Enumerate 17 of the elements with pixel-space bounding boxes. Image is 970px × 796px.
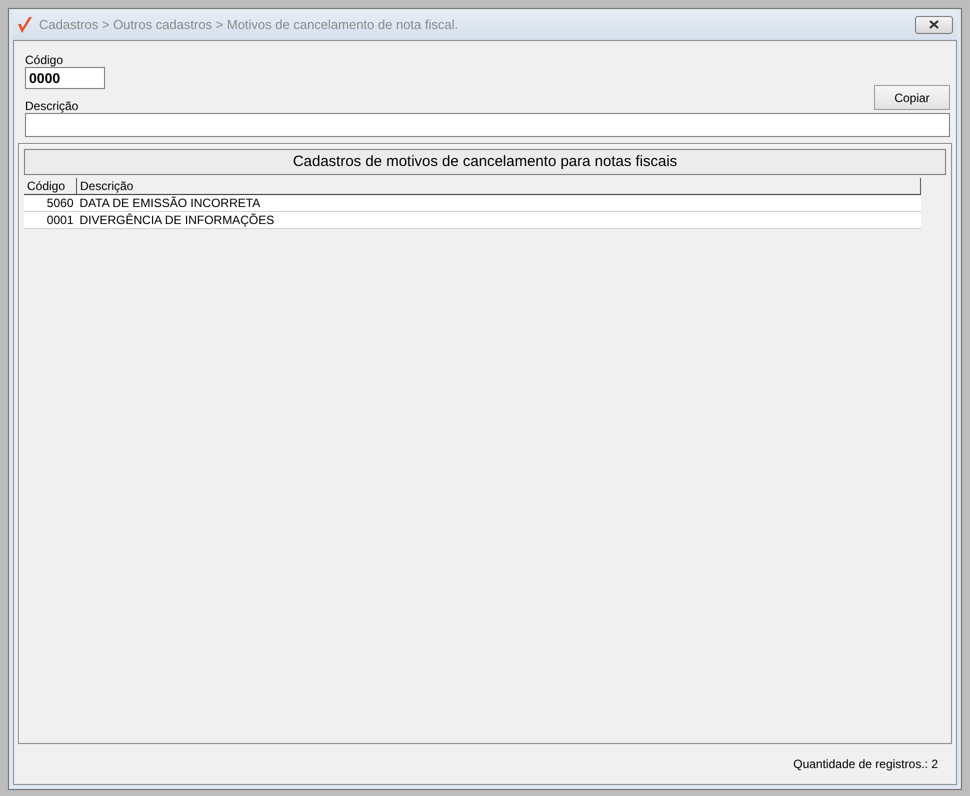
close-button[interactable]	[915, 16, 953, 34]
table-cell: DIVERGÊNCIA DE INFORMAÇÕES	[76, 212, 920, 228]
copy-button[interactable]: Copiar	[874, 85, 950, 110]
panel-title: Cadastros de motivos de cancelamento para notas fiscais	[24, 149, 946, 175]
table-cell: 5060	[24, 194, 76, 212]
window-title: Cadastros > Outros cadastros > Motivos de cancelamento de nota fiscal.	[39, 17, 460, 32]
description-input[interactable]	[25, 113, 950, 137]
close-icon	[928, 20, 940, 29]
description-label: Descrição	[25, 99, 78, 113]
table-cell: DATA DE EMISSÃO INCORRETA	[76, 194, 920, 212]
checkmark-logo-icon	[17, 16, 33, 34]
table-cell: 0001	[24, 212, 76, 228]
code-input[interactable]: 0000	[25, 67, 105, 89]
column-header[interactable]: Descrição	[76, 178, 920, 194]
column-header[interactable]: Código	[24, 178, 76, 194]
record-count: Quantidade de registros.: 2	[793, 757, 938, 771]
code-label: Código	[25, 53, 64, 67]
